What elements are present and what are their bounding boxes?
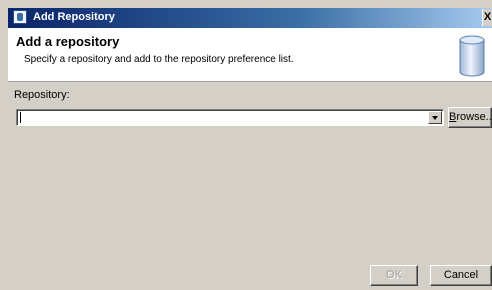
- browse-label: rowse...: [456, 111, 492, 123]
- page-title: Add a repository: [16, 34, 120, 49]
- wizard-banner: Add a repository Specify a repository an…: [8, 28, 492, 82]
- close-button[interactable]: X: [482, 9, 492, 26]
- ok-button[interactable]: OK: [370, 265, 418, 286]
- repository-input[interactable]: [19, 111, 427, 124]
- text-caret: [20, 112, 21, 123]
- repository-combo[interactable]: [16, 109, 444, 126]
- app-icon: [13, 10, 27, 24]
- add-repository-dialog: Add Repository X Add a repository Specif…: [0, 0, 492, 290]
- page-description: Specify a repository and add to the repo…: [24, 54, 294, 65]
- title-bar[interactable]: Add Repository X: [8, 8, 492, 28]
- repository-cylinder-icon: [459, 35, 485, 77]
- chevron-down-icon[interactable]: [428, 111, 442, 124]
- browse-button[interactable]: Browse...: [448, 107, 492, 128]
- cancel-button[interactable]: Cancel: [430, 265, 492, 286]
- window-title: Add Repository: [33, 11, 115, 23]
- repository-label: Repository:: [14, 89, 70, 101]
